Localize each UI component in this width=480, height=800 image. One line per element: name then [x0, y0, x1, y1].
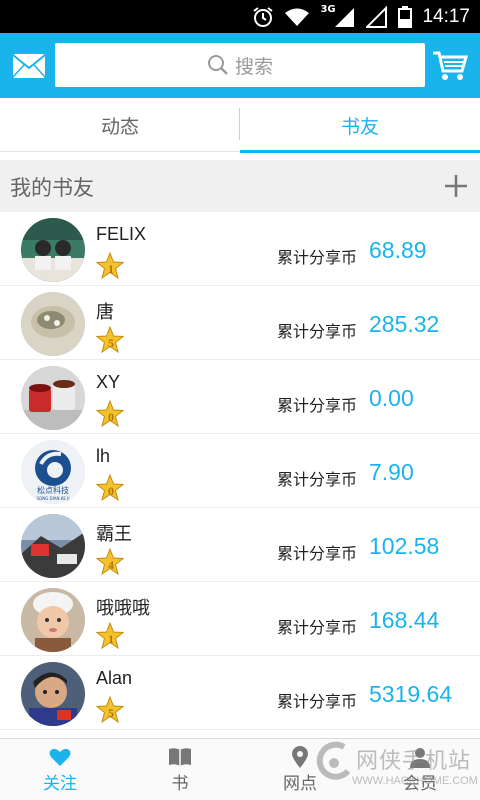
level-number: 0	[108, 484, 114, 498]
star-badge-icon: 0	[96, 400, 124, 428]
company-logo-subtext: SONG DIAN KE JI	[36, 496, 69, 501]
search-icon	[207, 55, 228, 75]
company-logo-text: 松点科技	[37, 485, 69, 495]
share-coin-label: 累计分享币	[277, 544, 358, 563]
nav-label: 关注	[43, 774, 77, 794]
avatar[interactable]	[21, 218, 85, 282]
avatar[interactable]	[21, 366, 85, 430]
watermark-text: 网侠手机站	[356, 749, 472, 774]
share-coin-value: 7.90	[369, 459, 414, 485]
no-signal-icon	[366, 5, 388, 28]
share-coin-label: 累计分享币	[277, 470, 358, 489]
avatar[interactable]: 松点科技 SONG DIAN KE JI	[21, 440, 85, 504]
avatar[interactable]	[21, 662, 85, 726]
plus-icon[interactable]	[444, 174, 468, 198]
level-number: 1	[108, 262, 114, 276]
list-item[interactable]: 霸王 4 累计分享币 102.58	[0, 508, 480, 582]
share-coin-value: 68.89	[369, 237, 427, 263]
star-badge-icon: 1	[96, 622, 124, 650]
clock: 14:17	[422, 5, 470, 27]
app-header: 搜索	[0, 33, 480, 98]
star-badge-icon: 5	[96, 326, 124, 354]
share-coin-label: 累计分享币	[277, 248, 358, 267]
status-bar: 3G 14:17	[0, 0, 480, 33]
friend-list: FELIX 1 累计分享币 68.89 唐 5 累计分享币 285.32 XY …	[0, 212, 480, 730]
avatar[interactable]	[21, 514, 85, 578]
cart-icon[interactable]	[432, 49, 468, 81]
avatar[interactable]	[21, 588, 85, 652]
share-coin-value: 5319.64	[369, 681, 453, 707]
watermark-logo-icon	[316, 741, 351, 780]
star-badge-icon: 4	[96, 548, 124, 576]
wifi-icon	[285, 8, 310, 26]
share-coin-label: 累计分享币	[277, 396, 358, 415]
level-number: 1	[108, 632, 114, 646]
list-item[interactable]: 松点科技 SONG DIAN KE JI lh 0 累计分享币 7.90	[0, 434, 480, 508]
friend-name: Alan	[96, 668, 133, 688]
share-coin-label: 累计分享币	[277, 618, 358, 637]
section-title: 我的书友	[10, 176, 94, 200]
signal-icon: 3G	[320, 4, 356, 28]
alarm-icon	[253, 6, 274, 27]
list-item[interactable]: 哦哦哦 1 累计分享币 168.44	[0, 582, 480, 656]
battery-icon	[398, 5, 413, 28]
share-coin-value: 285.32	[369, 311, 440, 337]
avatar[interactable]	[21, 292, 85, 356]
star-badge-icon: 0	[96, 474, 124, 502]
tab-book-friends[interactable]: 书友	[240, 98, 480, 153]
watermark: 网侠手机站 WWW.HACKHOME.COM	[312, 735, 480, 800]
share-coin-value: 168.44	[369, 607, 440, 633]
friend-name: XY	[96, 372, 121, 392]
heart-icon	[49, 748, 71, 766]
share-coin-value: 0.00	[369, 385, 414, 411]
star-badge-icon: 5	[96, 696, 124, 724]
share-coin-value: 102.58	[369, 533, 440, 559]
level-number: 5	[108, 706, 114, 720]
list-item[interactable]: XY 0 累计分享币 0.00	[0, 360, 480, 434]
nav-books[interactable]: 书	[120, 739, 240, 800]
level-number: 5	[108, 336, 114, 350]
section-header: 我的书友	[0, 160, 480, 212]
friend-name: FELIX	[96, 224, 147, 244]
book-icon	[169, 748, 191, 766]
star-badge-icon: 1	[96, 252, 124, 280]
tab-dynamics[interactable]: 动态	[0, 98, 240, 152]
mail-icon[interactable]	[12, 53, 46, 79]
list-item[interactable]: FELIX 1 累计分享币 68.89	[0, 212, 480, 286]
friend-name: 哦哦哦	[96, 598, 150, 618]
tab-bar: 动态 书友	[0, 98, 480, 153]
level-number: 0	[108, 410, 114, 424]
search-placeholder: 搜索	[234, 55, 273, 78]
status-icons: 3G 14:17	[252, 0, 470, 33]
location-icon	[292, 746, 308, 768]
friend-name: 唐	[96, 302, 114, 322]
list-item[interactable]: Alan 5 累计分享币 5319.64	[0, 656, 480, 730]
nav-label: 书	[171, 774, 189, 794]
list-item[interactable]: 唐 5 累计分享币 285.32	[0, 286, 480, 360]
friend-name: lh	[96, 446, 111, 466]
nav-follow[interactable]: 关注	[0, 739, 120, 800]
search-input[interactable]: 搜索	[55, 43, 425, 87]
share-coin-label: 累计分享币	[277, 692, 358, 711]
friend-name: 霸王	[96, 524, 132, 544]
share-coin-label: 累计分享币	[277, 322, 358, 341]
level-number: 4	[108, 558, 114, 572]
watermark-url: WWW.HACKHOME.COM	[352, 775, 478, 787]
